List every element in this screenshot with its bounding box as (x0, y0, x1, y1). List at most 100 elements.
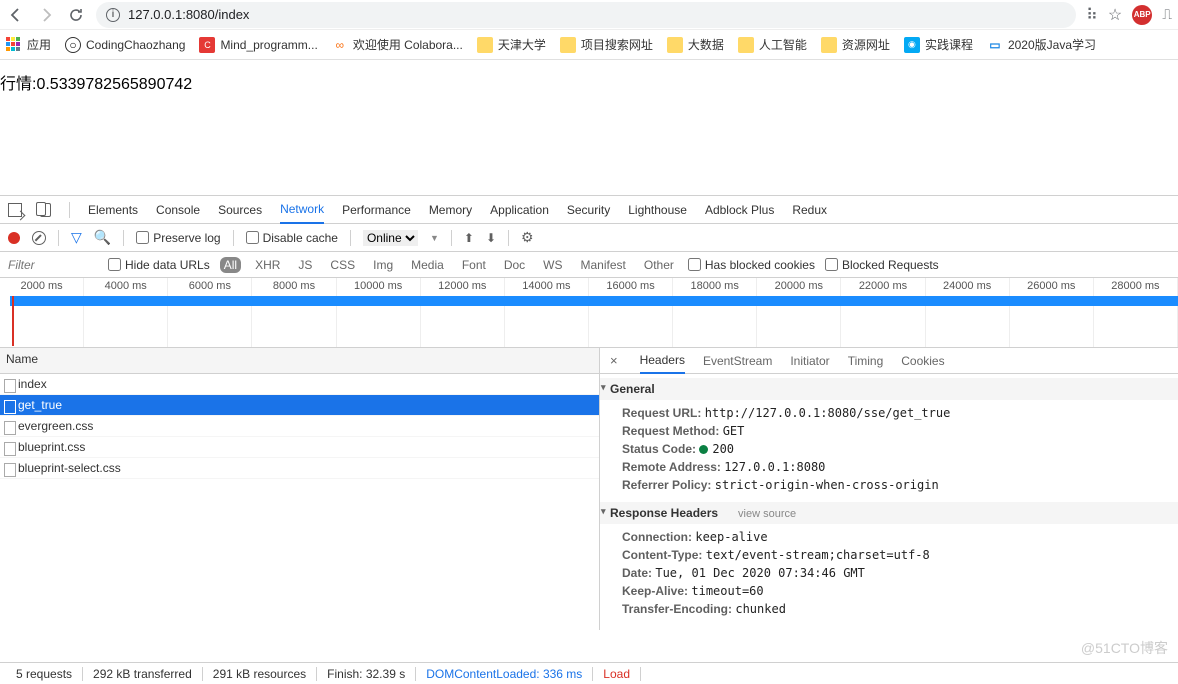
filter-font[interactable]: Font (458, 257, 490, 273)
request-row[interactable]: blueprint.css (0, 437, 599, 458)
bookmark-item[interactable]: ▭2020版Java学习 (987, 36, 1096, 53)
name-column-header[interactable]: Name (0, 348, 599, 374)
page-content: 行情:0.5339782565890742 (0, 60, 1178, 195)
throttle-select[interactable]: Online (363, 230, 418, 246)
filter-all[interactable]: All (220, 257, 241, 273)
translate-icon[interactable]: ⠷ (1086, 5, 1098, 25)
url-bar[interactable]: i 127.0.0.1:8080/index (96, 2, 1076, 28)
filter-js[interactable]: JS (294, 257, 316, 273)
chevron-down-icon: ▼ (430, 233, 439, 243)
network-toolbar: ▽ 🔍 Preserve log Disable cache Online ▼ … (0, 224, 1178, 252)
record-button[interactable] (8, 232, 20, 244)
bookmark-item[interactable]: ○CodingChaozhang (65, 37, 185, 53)
tab-redux[interactable]: Redux (792, 197, 827, 223)
bookmark-item[interactable]: 资源网址 (821, 36, 890, 53)
bookmark-item[interactable]: CMind_programm... (199, 37, 317, 53)
filter-img[interactable]: Img (369, 257, 397, 273)
bookmark-item[interactable]: 项目搜索网址 (560, 36, 653, 53)
abp-icon[interactable]: ABP (1132, 5, 1152, 25)
folder-icon (667, 37, 683, 53)
request-list-pane: Name index get_true evergreen.css bluepr… (0, 348, 600, 630)
tab-elements[interactable]: Elements (88, 197, 138, 223)
tab-network[interactable]: Network (280, 196, 324, 224)
filter-xhr[interactable]: XHR (251, 257, 284, 273)
filter-ws[interactable]: WS (539, 257, 566, 273)
url-text: 127.0.0.1:8080/index (128, 7, 249, 22)
apps-icon (6, 37, 22, 53)
clear-button[interactable] (32, 231, 46, 245)
section-header-response[interactable]: Response Headersview source (600, 502, 1178, 524)
tab-console[interactable]: Console (156, 197, 200, 223)
bookmark-item[interactable]: 人工智能 (738, 36, 807, 53)
blocked-requests-checkbox[interactable]: Blocked Requests (825, 258, 939, 272)
filter-doc[interactable]: Doc (500, 257, 529, 273)
response-headers-section: Response Headersview source Connection: … (600, 498, 1178, 622)
bookmarks-bar: 应用 ○CodingChaozhang CMind_programm... ∞欢… (0, 30, 1178, 60)
bookmark-item[interactable]: ∞欢迎使用 Colabora... (332, 36, 463, 53)
tab-performance[interactable]: Performance (342, 197, 411, 223)
bookmark-item[interactable]: ◉实践课程 (904, 36, 973, 53)
download-icon[interactable]: ⬇ (486, 231, 496, 245)
tab-initiator[interactable]: Initiator (790, 349, 829, 373)
status-dot-icon (699, 445, 708, 454)
bookmark-icon: ◉ (904, 37, 920, 53)
tab-timing[interactable]: Timing (848, 349, 884, 373)
requests-count: 5 requests (6, 667, 83, 681)
details-pane: × Headers EventStream Initiator Timing C… (600, 348, 1178, 630)
timeline-bar (10, 296, 1178, 306)
section-header-general[interactable]: General (600, 378, 1178, 400)
status-bar: 5 requests 292 kB transferred 291 kB res… (0, 662, 1178, 684)
bookmark-star-icon[interactable]: ☆ (1108, 5, 1122, 25)
blocked-cookies-checkbox[interactable]: Has blocked cookies (688, 258, 815, 272)
forward-button[interactable] (36, 5, 56, 25)
filter-media[interactable]: Media (407, 257, 448, 273)
devtools: Elements Console Sources Network Perform… (0, 195, 1178, 630)
tab-sources[interactable]: Sources (218, 197, 262, 223)
close-details-button[interactable]: × (606, 353, 622, 368)
tab-lighthouse[interactable]: Lighthouse (628, 197, 687, 223)
hide-data-urls-checkbox[interactable]: Hide data URLs (108, 258, 210, 272)
filter-other[interactable]: Other (640, 257, 678, 273)
filter-manifest[interactable]: Manifest (577, 257, 630, 273)
tab-security[interactable]: Security (567, 197, 610, 223)
tab-headers[interactable]: Headers (640, 348, 685, 374)
gear-icon[interactable]: ⚙ (521, 229, 534, 246)
bookmark-icon: C (199, 37, 215, 53)
details-tabs: × Headers EventStream Initiator Timing C… (600, 348, 1178, 374)
request-row[interactable]: get_true (0, 395, 599, 416)
bookmark-item[interactable]: 大数据 (667, 36, 724, 53)
timeline[interactable]: 2000 ms4000 ms6000 ms8000 ms10000 ms1200… (0, 278, 1178, 348)
dcl-time: DOMContentLoaded: 336 ms (416, 667, 593, 681)
filter-icon[interactable]: ▽ (71, 229, 82, 246)
tab-eventstream[interactable]: EventStream (703, 349, 772, 373)
reload-button[interactable] (66, 5, 86, 25)
view-source-link[interactable]: view source (738, 508, 796, 520)
filter-css[interactable]: CSS (326, 257, 359, 273)
general-section: General Request URL: http://127.0.0.1:80… (600, 374, 1178, 498)
resources-size: 291 kB resources (203, 667, 317, 681)
extension-icon[interactable]: ⎍ (1162, 6, 1172, 23)
request-row[interactable]: blueprint-select.css (0, 458, 599, 479)
search-icon[interactable]: 🔍 (94, 229, 111, 246)
tab-cookies[interactable]: Cookies (901, 349, 944, 373)
folder-icon (738, 37, 754, 53)
back-button[interactable] (6, 5, 26, 25)
disable-cache-checkbox[interactable]: Disable cache (246, 231, 338, 245)
network-split: Name index get_true evergreen.css bluepr… (0, 348, 1178, 630)
upload-icon[interactable]: ⬆ (464, 231, 474, 245)
apps-button[interactable]: 应用 (6, 36, 51, 53)
tab-application[interactable]: Application (490, 197, 549, 223)
load-time: Load (593, 667, 641, 681)
link-icon: ∞ (332, 37, 348, 53)
filter-input[interactable] (8, 258, 98, 272)
request-row[interactable]: index (0, 374, 599, 395)
bookmark-item[interactable]: 天津大学 (477, 36, 546, 53)
github-icon: ○ (65, 37, 81, 53)
site-info-icon[interactable]: i (106, 8, 120, 22)
device-toolbar-icon[interactable] (40, 203, 51, 217)
tab-memory[interactable]: Memory (429, 197, 472, 223)
inspect-icon[interactable] (8, 203, 22, 217)
preserve-log-checkbox[interactable]: Preserve log (136, 231, 220, 245)
request-row[interactable]: evergreen.css (0, 416, 599, 437)
tab-adblock[interactable]: Adblock Plus (705, 197, 774, 223)
